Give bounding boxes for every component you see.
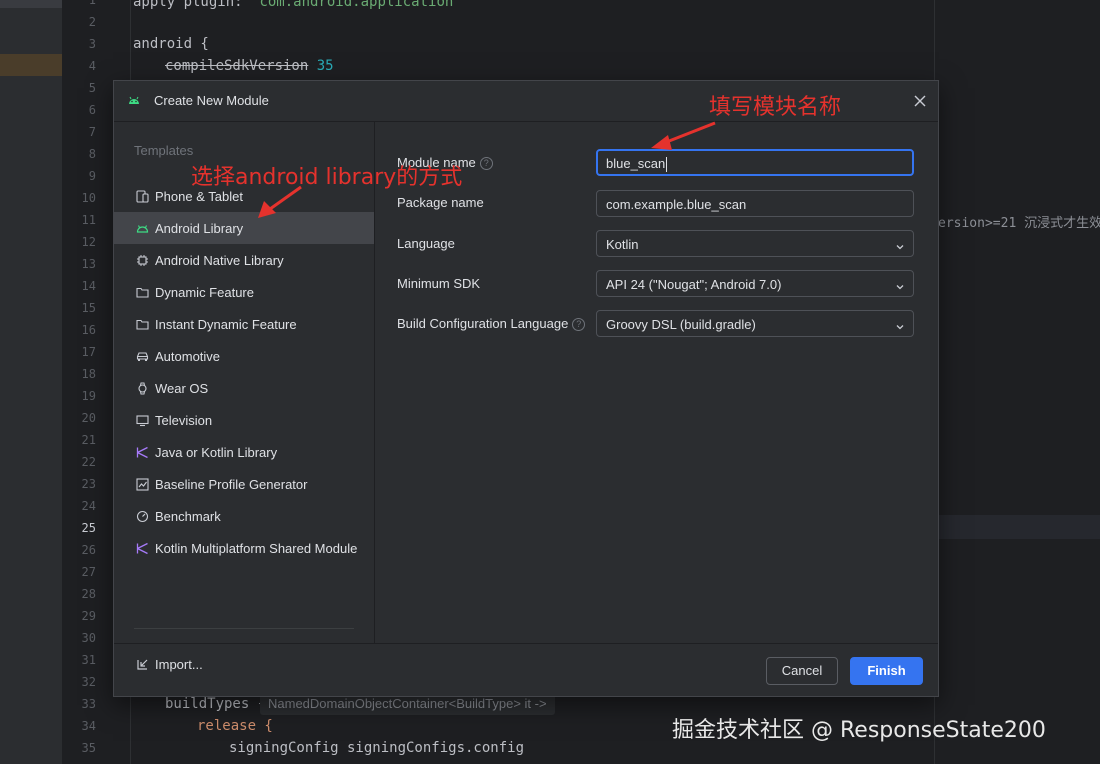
watermark: 掘金技术社区 @ ResponseState200 bbox=[672, 718, 1046, 743]
annotation-arrows bbox=[258, 121, 716, 218]
arrow-to-module-name bbox=[651, 121, 716, 150]
arrow-to-android-library bbox=[258, 185, 302, 218]
